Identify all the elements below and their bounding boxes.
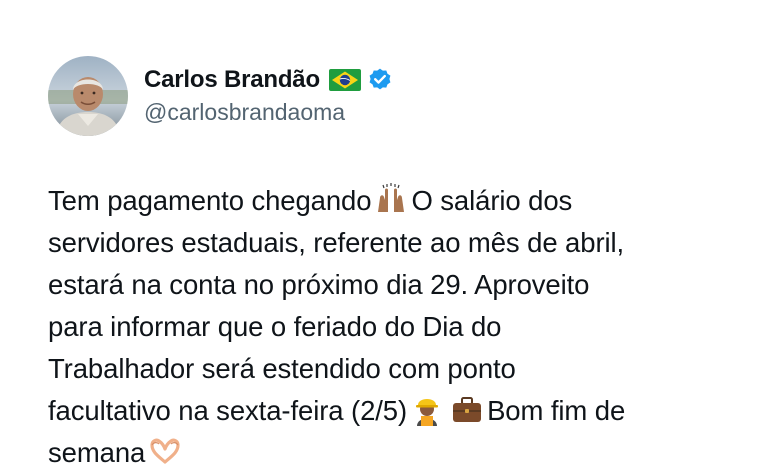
tweet-text-segment: Bom fim de — [487, 395, 626, 426]
raising-hands-icon — [374, 182, 408, 216]
tweet-text-segment: O salário dos — [411, 185, 573, 216]
tweet-line-3: estará na conta no próximo dia 29. Aprov… — [48, 269, 590, 300]
avatar-image — [48, 56, 128, 136]
avatar[interactable] — [48, 56, 128, 136]
tweet-line-5: Trabalhador será estendido com ponto — [48, 353, 516, 384]
tweet-text-segment: facultativo na sexta-feira (2/5) — [48, 395, 408, 426]
briefcase-icon — [450, 392, 484, 426]
heart-hands-icon — [148, 434, 182, 468]
tweet-header: Carlos Brandão @carlosbrandaoma — [48, 56, 393, 136]
tweet-line-1: Tem pagamento chegando O salário dos — [48, 180, 748, 222]
brazil-flag-icon — [328, 69, 361, 91]
tweet-line-4: para informar que o feriado do Dia do — [48, 311, 502, 342]
tweet-text-segment: Tem pagamento chegando — [48, 185, 372, 216]
verified-badge-icon — [367, 67, 393, 93]
tweet-text-segment: semana — [48, 437, 146, 468]
author-handle[interactable]: @carlosbrandaoma — [144, 97, 393, 127]
construction-worker-icon — [410, 392, 444, 426]
tweet-line-6: facultativo na sexta-feira (2/5) Bom fim… — [48, 390, 748, 432]
tweet-line-7: semana — [48, 432, 748, 468]
tweet-card: Carlos Brandão @carlosbrandaoma Tem paga… — [0, 0, 768, 468]
name-row: Carlos Brandão — [144, 65, 393, 95]
tweet-line-2: servidores estaduais, referente ao mês d… — [48, 227, 625, 258]
author-display-name[interactable]: Carlos Brandão — [144, 65, 320, 95]
author-names: Carlos Brandão @carlosbrandaoma — [144, 56, 393, 136]
tweet-text: Tem pagamento chegando O salário dos ser… — [48, 180, 748, 468]
